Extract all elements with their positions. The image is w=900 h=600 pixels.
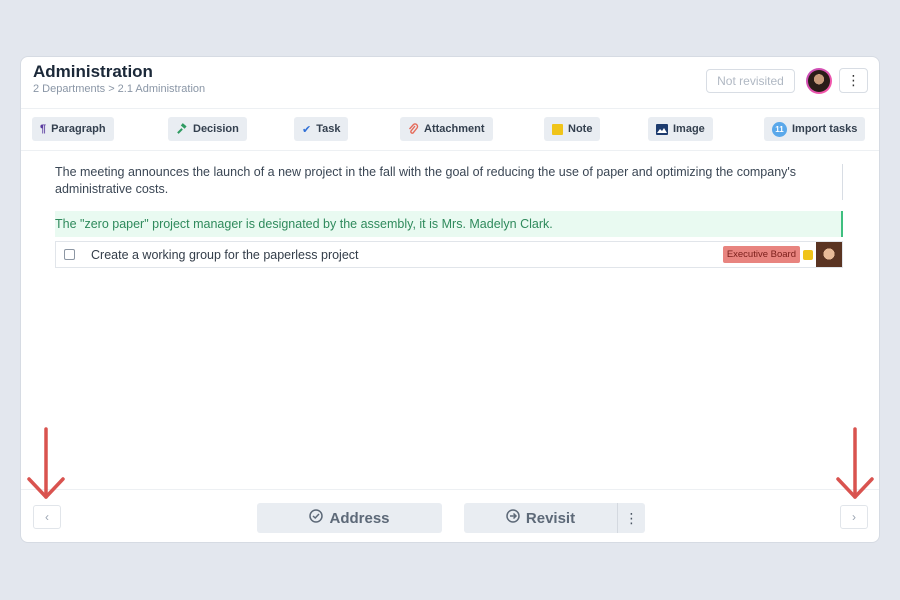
task-tag[interactable]: Executive Board bbox=[722, 246, 800, 263]
paperclip-icon bbox=[408, 123, 419, 135]
assignee-avatar[interactable] bbox=[816, 242, 842, 267]
paragraph-icon: ¶ bbox=[40, 123, 47, 135]
avatar-image bbox=[808, 70, 830, 92]
insert-toolbar: ¶ Paragraph Decision ✔ Task Attachment N… bbox=[21, 109, 879, 151]
check-circle-icon bbox=[309, 509, 324, 527]
card-header: Administration 2 Departments > 2.1 Admin… bbox=[21, 57, 879, 109]
import-tasks-button[interactable]: 11 Import tasks bbox=[764, 117, 866, 141]
avatar[interactable] bbox=[806, 68, 832, 94]
paragraph-button-label: Paragraph bbox=[51, 123, 106, 135]
revisit-button-label: Revisit bbox=[525, 509, 576, 527]
next-button[interactable]: › bbox=[840, 505, 868, 529]
task-button[interactable]: ✔ Task bbox=[294, 117, 349, 141]
arrow-circle-right-icon bbox=[506, 509, 520, 527]
task-text: Create a working group for the paperless… bbox=[91, 247, 359, 262]
revisit-button[interactable]: Revisit bbox=[464, 503, 617, 533]
image-button-label: Image bbox=[673, 123, 705, 135]
decision-block[interactable]: The "zero paper" project manager is desi… bbox=[55, 211, 843, 237]
vertical-ellipsis-icon: ⋮ bbox=[624, 509, 639, 526]
gavel-icon bbox=[176, 123, 188, 135]
task-row[interactable]: Create a working group for the paperless… bbox=[55, 241, 843, 268]
attachment-button-label: Attachment bbox=[424, 123, 485, 135]
agenda-item-card: Administration 2 Departments > 2.1 Admin… bbox=[20, 56, 880, 543]
image-icon bbox=[656, 123, 668, 135]
note-button-label: Note bbox=[568, 123, 593, 135]
chevron-left-icon: ‹ bbox=[45, 510, 49, 524]
paragraph-block[interactable]: The meeting announces the launch of a ne… bbox=[55, 164, 843, 200]
note-button[interactable]: Note bbox=[544, 117, 601, 141]
decision-text: The "zero paper" project manager is desi… bbox=[55, 217, 553, 231]
down-arrow-annotation-left bbox=[27, 427, 65, 499]
paragraph-button[interactable]: ¶ Paragraph bbox=[32, 117, 114, 141]
content-area: The meeting announces the launch of a ne… bbox=[55, 164, 843, 268]
chevron-right-icon: › bbox=[852, 510, 856, 524]
priority-indicator bbox=[803, 250, 813, 260]
breadcrumb[interactable]: 2 Departments > 2.1 Administration bbox=[33, 83, 205, 95]
status-badge[interactable]: Not revisited bbox=[706, 69, 795, 93]
import-tasks-button-label: Import tasks bbox=[792, 123, 858, 135]
revisit-more-button[interactable]: ⋮ bbox=[617, 503, 645, 533]
page-title: Administration bbox=[33, 62, 153, 81]
more-options-button[interactable]: ⋮ bbox=[839, 68, 868, 93]
card-footer: ‹ Address Revisit ⋮ › bbox=[21, 489, 879, 542]
sticky-note-icon bbox=[552, 123, 563, 135]
image-button[interactable]: Image bbox=[648, 117, 713, 141]
decision-button-label: Decision bbox=[193, 123, 239, 135]
task-checkbox[interactable] bbox=[64, 249, 75, 260]
attachment-button[interactable]: Attachment bbox=[400, 117, 493, 141]
down-arrow-annotation-right bbox=[836, 427, 874, 499]
address-button[interactable]: Address bbox=[257, 503, 442, 533]
check-icon: ✔ bbox=[302, 123, 312, 136]
previous-button[interactable]: ‹ bbox=[33, 505, 61, 529]
decision-button[interactable]: Decision bbox=[168, 117, 247, 141]
address-button-label: Address bbox=[329, 509, 390, 527]
task-button-label: Task bbox=[316, 123, 341, 135]
vertical-ellipsis-icon: ⋮ bbox=[846, 72, 861, 88]
badge-11-icon: 11 bbox=[772, 121, 787, 137]
